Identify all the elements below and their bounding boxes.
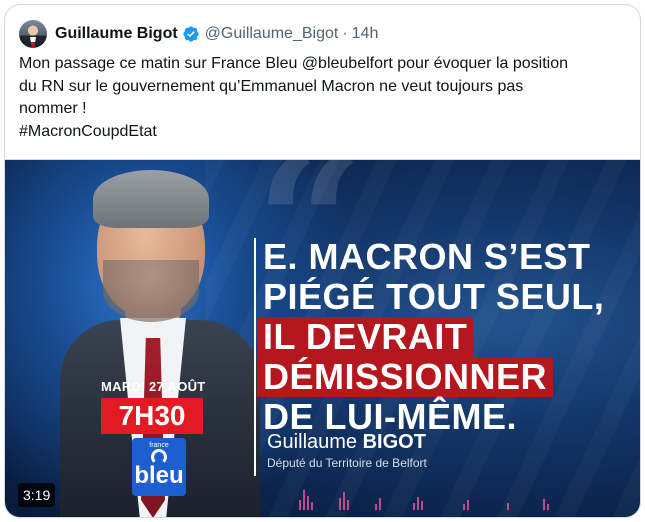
speaker-name: Guillaume BIGOT [267,431,426,454]
headline-highlight: DÉMISSIONNER [257,357,554,397]
hair [93,170,209,228]
audio-waveform-icon [299,490,549,510]
separator-dot: · [342,25,348,42]
speaker-last-name: BIGOT [362,431,426,453]
author-name[interactable]: Guillaume Bigot [55,25,178,43]
broadcast-time: 7H30 [101,398,203,434]
tweet-card[interactable]: Guillaume Bigot @Guillaume_Bigot · 14h M… [4,4,641,518]
video-duration: 3:19 [18,483,56,507]
video-player[interactable]: “ E. MACRON S’EST PIÉGÉ TOUT SEUL, IL DE… [5,159,640,517]
headline-line: E. MACRON S’EST [263,236,591,277]
tweet-text-line: du RN sur le gouvernement qu’Emmanuel Ma… [19,77,524,95]
tweet-text-line: nommer ! [19,100,87,117]
avatar[interactable] [19,20,47,48]
author-handle[interactable]: @Guillaume_Bigot [205,25,339,43]
tweet-text: Mon passage ce matin sur France Bleu @bl… [19,53,624,143]
video-headline: E. MACRON S’EST PIÉGÉ TOUT SEUL, IL DEVR… [257,236,605,437]
beard [103,260,199,322]
france-bleu-logo: france bleu [132,438,186,496]
broadcast-date: MARDI 27 AOÛT [101,379,206,394]
speaker-first-name: Guillaume [267,431,358,453]
headline-line: PIÉGÉ TOUT SEUL, [263,276,605,317]
logo-text: bleu [134,462,184,489]
speaker-role: Député du Territoire de Belfort [267,456,427,470]
logo-swirl-icon [151,449,167,465]
tweet-timestamp[interactable]: 14h [352,25,379,43]
divider-line [254,238,256,476]
tweet-text-line: Mon passage ce matin sur France Bleu @bl… [19,55,568,72]
verified-badge-icon [182,26,199,42]
hashtag-link[interactable]: #MacronCoupdEtat [19,121,624,144]
headline-highlight: IL DEVRAIT [257,317,474,357]
tweet-header: Guillaume Bigot @Guillaume_Bigot · 14h [19,19,619,49]
